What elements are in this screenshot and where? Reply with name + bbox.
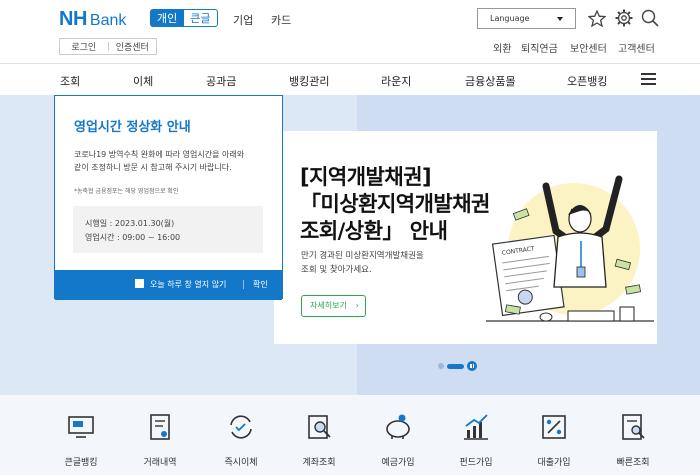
quick-search-icon [622,414,645,440]
banner-sub-line2: 조회 및 찾아가세요. [301,265,372,275]
chevron-right-icon: › [355,301,359,310]
mode-tabs: 개인 큰글 [150,9,218,27]
monitor-icon [68,416,94,438]
carousel-indicator [438,361,477,371]
dont-show-today-checkbox[interactable] [135,279,144,288]
dont-show-today-label[interactable]: 오늘 하루 창 열지 않기 [150,279,226,290]
gnb-transfer[interactable]: 이체 [133,73,153,89]
hamburger-menu-icon[interactable] [641,73,656,85]
banner-detail-button[interactable]: 자세히보기 › [301,295,366,317]
quick-instant-transfer[interactable]: 즉시이체 [211,412,271,468]
gnb-inquiry[interactable]: 조회 [60,73,80,89]
quick-label: 대출가입 [537,458,571,468]
promo-banner[interactable]: [지역개발채권] 「미상환지역개발채권 조회/상환」 안내 만기 경과된 미상환… [274,131,657,344]
quick-account-inquiry[interactable]: 계좌조회 [289,412,349,468]
percent-icon [542,415,566,439]
chart-growth-icon [464,414,488,440]
popup-confirm-button[interactable]: 확인 [253,279,268,290]
banner-subtitle: 만기 경과된 미상환지역개발채권을 조회 및 찾아가세요. [301,249,424,277]
quick-loan-signup[interactable]: 대출가입 [524,412,584,468]
nh-bank-logo[interactable]: NH Bank [59,8,126,31]
gnb-utility-bills[interactable]: 공과금 [206,73,236,89]
cert-center-link[interactable]: 인증센터 [109,40,157,53]
tab-large-text[interactable]: 큰글 [184,9,218,27]
popup-business-hours: 영업시간 : 09:00 ~ 16:00 [85,233,181,242]
link-forex[interactable]: 외환 [493,40,511,55]
banner-title-line1: [지역개발채권] [300,165,432,189]
piggy-bank-icon [386,414,410,439]
quick-fund-signup[interactable]: 펀드가입 [446,412,506,468]
gnb-open-banking[interactable]: 오픈뱅킹 [567,73,607,89]
quick-label: 펀드가입 [459,458,493,468]
quick-deposit-signup[interactable]: 예금가입 [368,412,428,468]
link-customer-center[interactable]: 고객센터 [618,40,655,55]
carousel-dot[interactable] [438,363,444,369]
person-stretching-illustration: CONTRACT [486,175,654,322]
gnb-financial-mall[interactable]: 금융상품몰 [465,73,516,89]
search-icon[interactable] [641,9,659,27]
banner-title-line2: 「미상환지역개발채권 [300,192,490,216]
link-card[interactable]: 카드 [271,12,291,28]
refresh-transfer-icon [230,415,252,439]
language-select[interactable]: Language [477,8,576,29]
tab-personal[interactable]: 개인 [150,9,185,27]
auth-links: 로그인 인증센터 [59,38,157,55]
notice-popup: 영업시간 정상화 안내 코로나19 방역수칙 완화에 따라 영업시간을 아래와 … [54,95,283,300]
pause-icon[interactable] [467,361,477,371]
link-pension[interactable]: 퇴직연금 [521,40,558,55]
popup-footer: 오늘 하루 창 열지 않기 확인 [55,270,282,300]
carousel-dot-active[interactable] [447,363,464,369]
caret-down-icon [557,17,563,21]
account-search-icon [308,415,331,439]
popup-info-box: 시행일 : 2023.01.30(월) 영업시간 : 09:00 ~ 16:00 [73,206,263,253]
popup-title: 영업시간 정상화 안내 [74,120,191,135]
quick-label: 거래내역 [143,458,177,468]
quick-fast-inquiry[interactable]: 빠른조회 [603,412,663,468]
banner-title-line3: 조회/상환」 안내 [300,219,448,243]
popup-effective-date: 시행일 : 2023.01.30(월) [85,219,175,228]
gear-icon[interactable] [615,9,633,27]
header-divider [0,63,700,64]
quick-label: 예금가입 [381,458,415,468]
language-label: Language [490,14,530,23]
logo-bank-text: Bank [89,12,127,29]
quick-label: 빠른조회 [616,458,650,468]
gnb-lounge[interactable]: 라운지 [381,73,411,89]
divider [243,280,244,289]
quick-label: 즉시이체 [224,458,258,468]
gnb-banking-management[interactable]: 뱅킹관리 [289,73,329,89]
popup-body: 코로나19 방역수칙 완화에 따라 영업시간을 아래와 같이 조정하니 방문 시… [74,148,269,174]
quick-label: 큰글뱅킹 [64,458,98,468]
login-link[interactable]: 로그인 [60,40,108,53]
logo-nh-text: NH [59,8,87,30]
banner-detail-label: 자세히보기 [310,301,347,310]
banner-sub-line1: 만기 경과된 미상환지역개발채권을 [301,251,424,261]
popup-note: *농축협 금융점포는 해당 영업점으로 확인 [74,188,179,195]
star-icon[interactable] [588,10,606,27]
link-security-center[interactable]: 보안센터 [570,40,607,55]
quick-label: 계좌조회 [302,458,336,468]
popup-body-line2: 같이 조정하니 방문 시 참고해 주시기 바랍니다. [74,163,232,172]
quick-transaction-history[interactable]: 거래내역 [130,412,190,468]
link-corporate[interactable]: 기업 [233,12,253,28]
quick-large-text-banking[interactable]: 큰글뱅킹 [51,412,111,468]
popup-body-line1: 코로나19 방역수칙 완화에 따라 영업시간을 아래와 [74,150,245,159]
document-icon [150,414,170,440]
